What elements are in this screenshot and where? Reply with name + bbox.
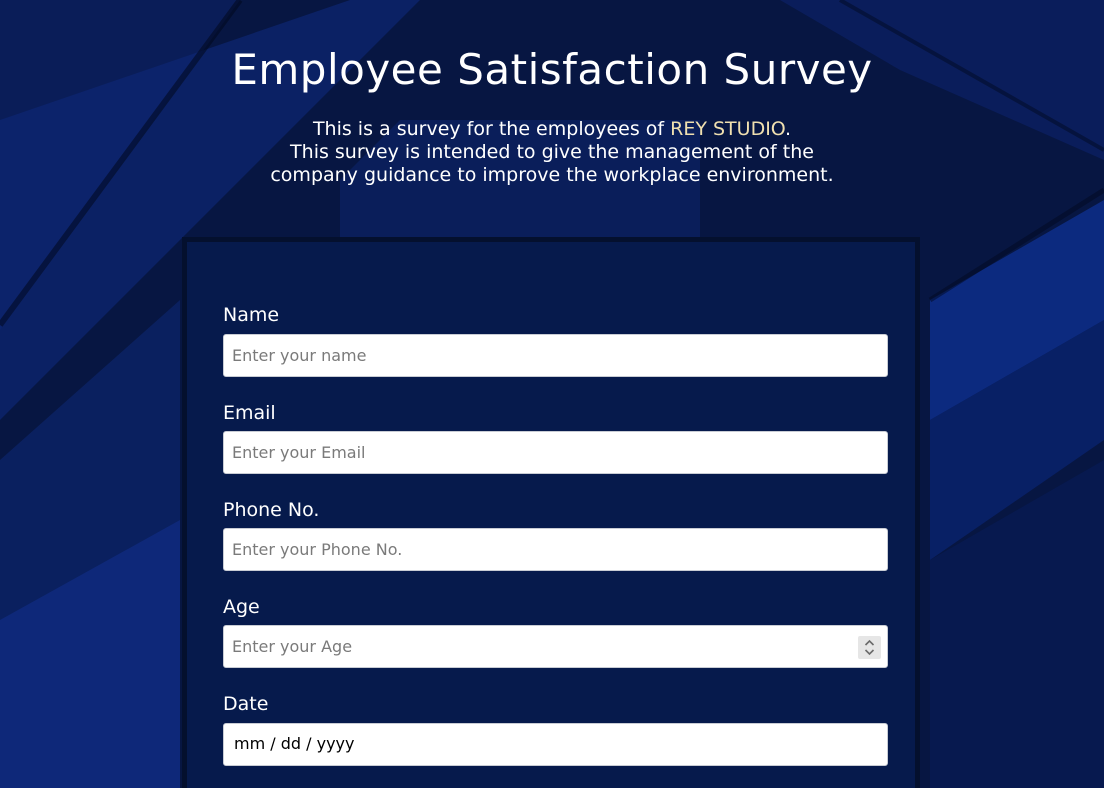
date-label: Date: [223, 693, 269, 715]
company-name: REY STUDIO: [670, 118, 785, 140]
email-input[interactable]: [223, 431, 888, 474]
age-label: Age: [223, 596, 260, 618]
description-prefix: This is a survey for the employees of: [312, 118, 671, 140]
name-input[interactable]: [223, 334, 888, 377]
phone-input[interactable]: [223, 528, 888, 571]
page-title: Employee Satisfaction Survey: [231, 45, 873, 94]
email-label: Email: [223, 402, 276, 424]
age-input[interactable]: [223, 625, 888, 668]
description-suffix: .: [785, 118, 792, 140]
date-format-text: mm / dd / yyyy: [234, 734, 355, 753]
survey-description: This is a survey for the employees of RE…: [252, 118, 852, 187]
name-label: Name: [223, 304, 280, 326]
phone-label: Phone No.: [223, 499, 320, 521]
spinner-arrows-icon[interactable]: [858, 636, 881, 659]
description-line-2: This survey is intended to give the mana…: [270, 141, 834, 186]
